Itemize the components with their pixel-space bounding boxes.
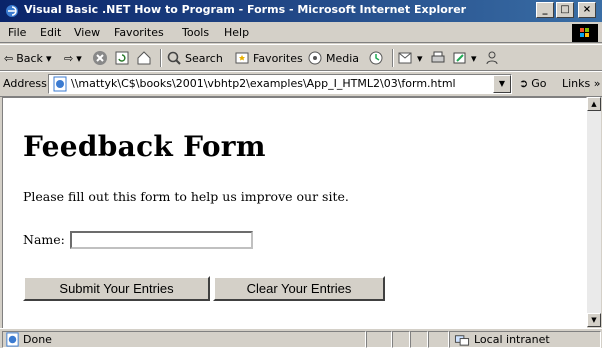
page-heading: Feedback Form bbox=[23, 130, 266, 163]
menu-file[interactable]: File bbox=[8, 26, 26, 39]
home-icon bbox=[137, 51, 151, 65]
back-label: Back bbox=[16, 51, 43, 65]
stop-button[interactable] bbox=[92, 49, 108, 67]
menu-bar: File Edit View Favorites Tools Help bbox=[0, 22, 602, 43]
name-input[interactable] bbox=[70, 231, 253, 249]
edit-button[interactable]: ▾ bbox=[452, 49, 477, 67]
stop-icon bbox=[93, 51, 107, 65]
menu-tools[interactable]: Tools bbox=[182, 26, 209, 39]
home-button[interactable] bbox=[136, 49, 152, 67]
toolbar-separator bbox=[160, 49, 162, 67]
refresh-button[interactable] bbox=[114, 49, 130, 67]
favorites-label: Favorites bbox=[253, 51, 303, 65]
status-pane bbox=[366, 331, 392, 348]
forward-button[interactable]: ⇨ ▾ bbox=[64, 49, 82, 67]
minimize-button[interactable]: _ bbox=[536, 2, 554, 18]
security-zone: Local intranet bbox=[449, 331, 601, 348]
favorites-button[interactable]: Favorites bbox=[234, 49, 303, 67]
chevron-down-icon: ▾ bbox=[417, 51, 423, 65]
address-label: Address bbox=[3, 77, 47, 90]
vertical-scrollbar[interactable]: ▲ ▼ bbox=[587, 97, 601, 327]
toolbar: ⇦ Back ▾ ⇨ ▾ Search Favorites Media ▾ ▾ bbox=[0, 44, 602, 71]
edit-icon bbox=[453, 52, 466, 64]
submit-button[interactable]: Submit Your Entries bbox=[23, 276, 210, 301]
zone-text: Local intranet bbox=[474, 333, 550, 346]
forward-arrow-icon: ⇨ bbox=[64, 51, 74, 65]
back-button[interactable]: ⇦ Back ▾ bbox=[4, 49, 51, 67]
go-button[interactable]: ➲ Go bbox=[519, 77, 546, 90]
history-icon bbox=[369, 51, 383, 65]
go-arrow-icon: ➲ bbox=[519, 77, 529, 90]
page-viewport: Feedback Form Please fill out this form … bbox=[2, 97, 587, 329]
links-button[interactable]: Links » bbox=[562, 77, 600, 90]
media-icon bbox=[308, 51, 322, 65]
messenger-button[interactable] bbox=[484, 49, 500, 67]
status-bar: Done Local intranet bbox=[0, 328, 602, 348]
print-icon bbox=[431, 51, 445, 63]
maximize-button[interactable]: □ bbox=[556, 2, 574, 18]
menu-favorites[interactable]: Favorites bbox=[114, 26, 164, 39]
status-text: Done bbox=[23, 333, 52, 346]
chevron-down-icon: ▾ bbox=[76, 51, 82, 65]
favorites-icon bbox=[235, 52, 249, 64]
refresh-icon bbox=[115, 51, 129, 65]
ie-icon bbox=[6, 5, 18, 17]
window-controls: _ □ × bbox=[536, 2, 596, 18]
back-arrow-icon: ⇦ bbox=[4, 51, 14, 65]
menu-view[interactable]: View bbox=[74, 26, 100, 39]
search-button[interactable]: Search bbox=[166, 49, 223, 67]
clear-button[interactable]: Clear Your Entries bbox=[213, 276, 385, 301]
mail-button[interactable]: ▾ bbox=[398, 49, 423, 67]
status-pane bbox=[392, 331, 410, 348]
mail-icon bbox=[398, 52, 412, 64]
intro-text: Please fill out this form to help us imp… bbox=[23, 189, 349, 204]
address-dropdown-button[interactable]: ▼ bbox=[493, 75, 511, 93]
intranet-icon bbox=[454, 335, 470, 346]
status-pane bbox=[428, 331, 449, 348]
chevron-down-icon: ▾ bbox=[471, 51, 477, 65]
scroll-up-button[interactable]: ▲ bbox=[587, 97, 601, 111]
print-button[interactable] bbox=[430, 49, 446, 67]
menu-edit[interactable]: Edit bbox=[40, 26, 61, 39]
scroll-down-button[interactable]: ▼ bbox=[587, 313, 601, 327]
windows-logo-icon bbox=[572, 24, 598, 42]
address-url: \\mattyk\C$\books\2001\vbhtp2\examples\A… bbox=[71, 77, 456, 90]
page-icon bbox=[53, 76, 67, 92]
media-button[interactable]: Media bbox=[307, 49, 359, 67]
media-label: Media bbox=[326, 51, 360, 65]
name-label: Name: bbox=[23, 232, 65, 247]
go-label: Go bbox=[531, 77, 547, 90]
close-button[interactable]: × bbox=[578, 2, 596, 18]
menu-help[interactable]: Help bbox=[224, 26, 249, 39]
status-main-pane: Done bbox=[2, 331, 366, 348]
address-input[interactable]: \\mattyk\C$\books\2001\vbhtp2\examples\A… bbox=[48, 74, 512, 94]
address-bar: Address \\mattyk\C$\books\2001\vbhtp2\ex… bbox=[0, 71, 602, 97]
done-page-icon bbox=[6, 332, 19, 347]
toolbar-separator bbox=[392, 49, 394, 67]
history-button[interactable] bbox=[368, 49, 384, 67]
messenger-icon bbox=[486, 51, 498, 65]
search-icon bbox=[167, 51, 181, 65]
status-pane bbox=[410, 331, 428, 348]
chevron-down-icon: ▾ bbox=[45, 51, 52, 65]
title-bar: Visual Basic .NET How to Program - Forms… bbox=[0, 0, 602, 22]
search-label: Search bbox=[185, 51, 223, 65]
window-title: Visual Basic .NET How to Program - Forms… bbox=[24, 3, 467, 16]
